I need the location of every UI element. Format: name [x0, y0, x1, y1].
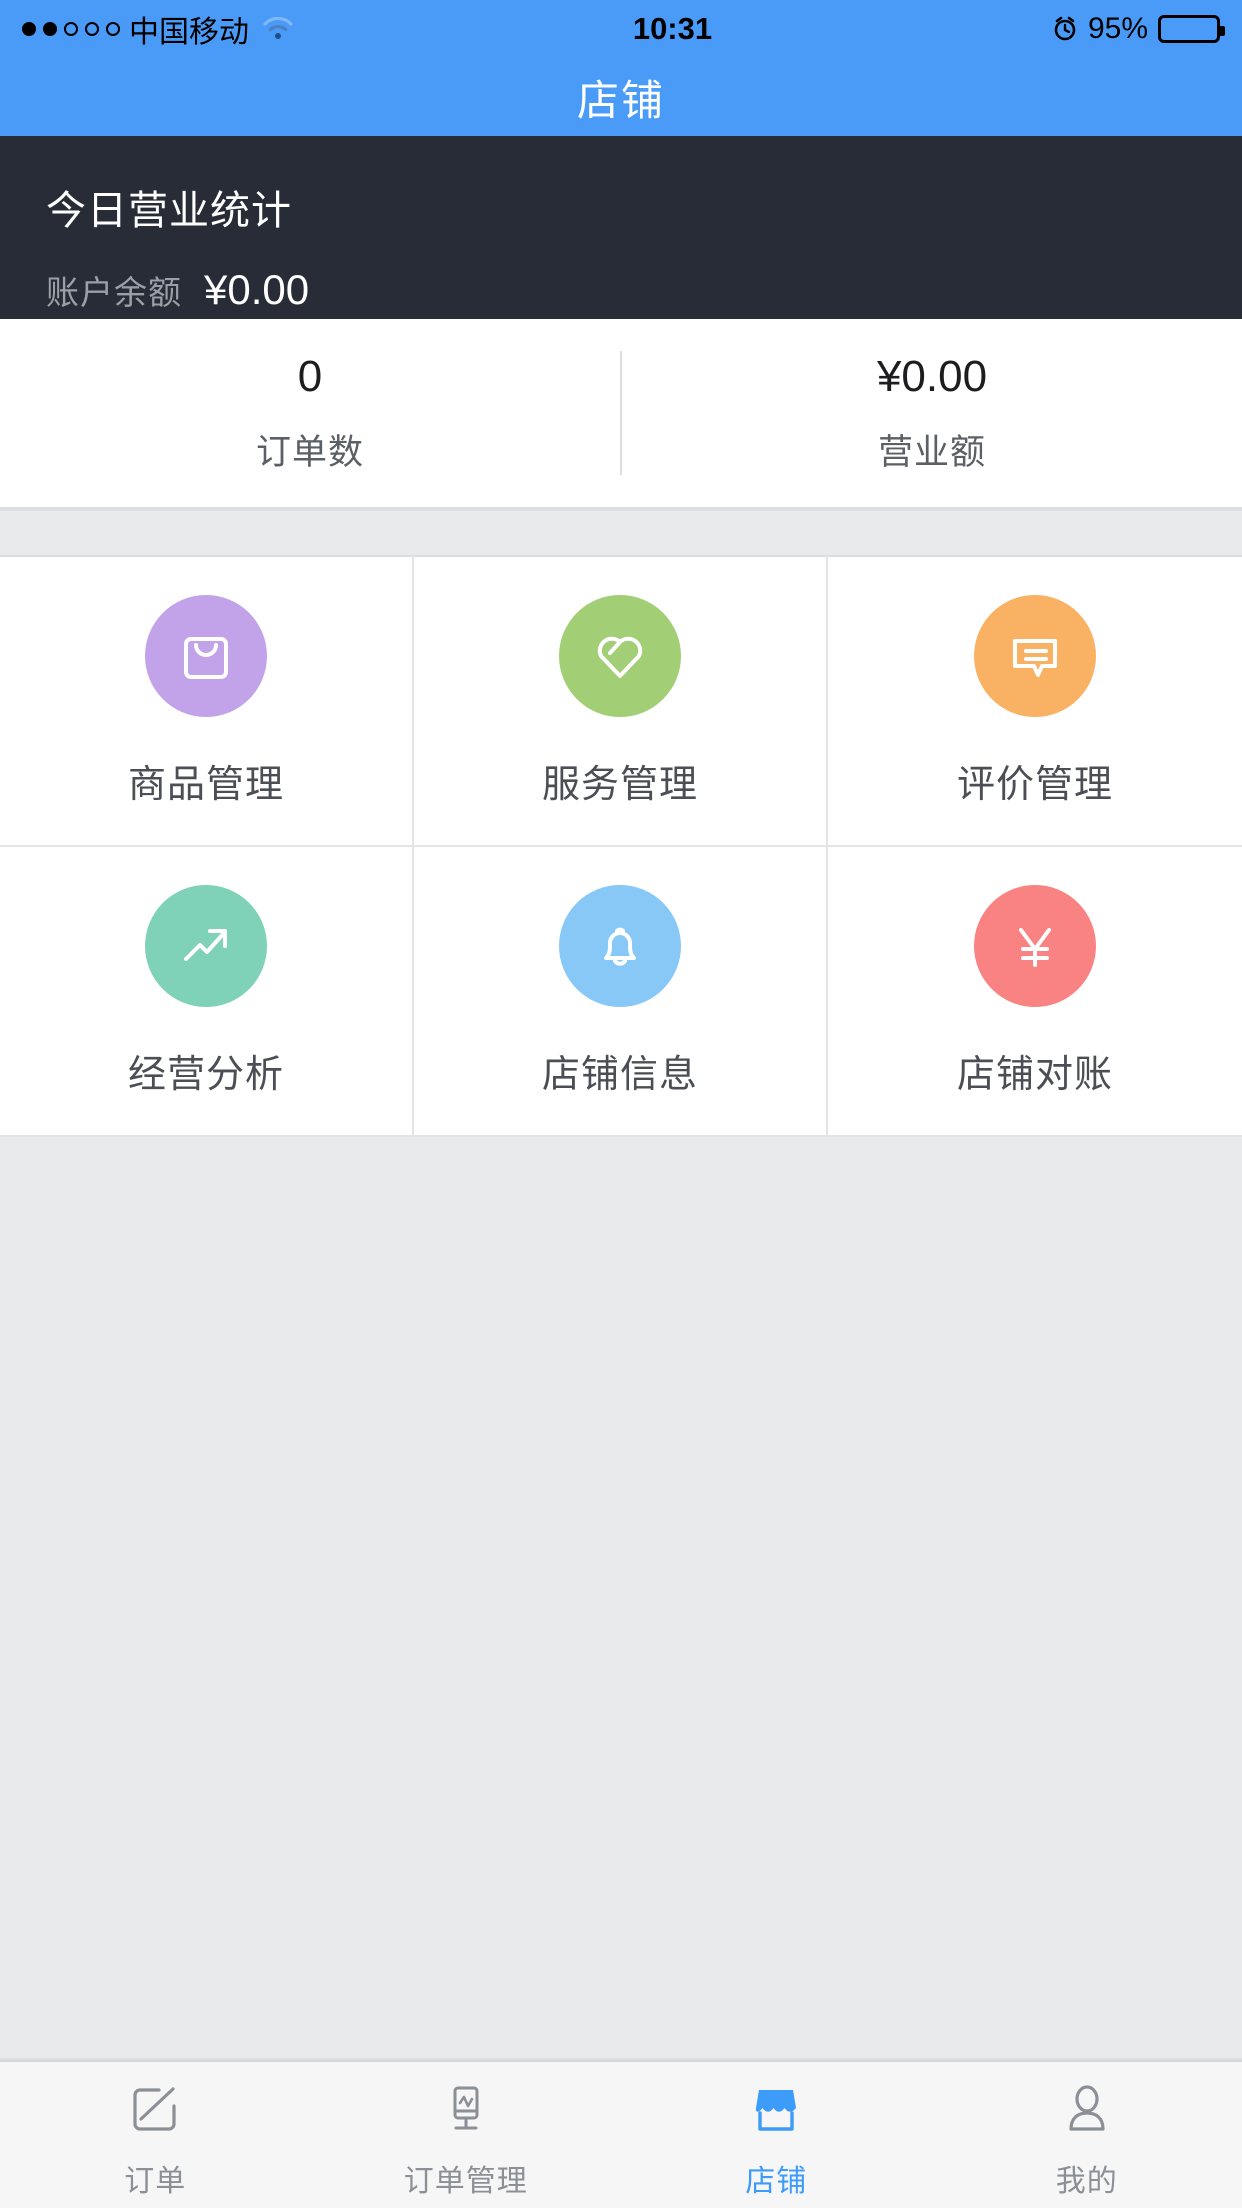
feature-grid: 商品管理 服务管理 评价管理 经营分析 店铺信息 店铺对账 [0, 557, 1242, 1137]
stat-label: 订单数 [255, 432, 364, 472]
tab-orders[interactable]: 订单 [0, 2062, 311, 2208]
grid-item-label: 店铺信息 [541, 1053, 698, 1096]
page-title: 店铺 [576, 76, 665, 124]
heart-icon [558, 594, 681, 717]
grid-item-store-reconciliation[interactable]: 店铺对账 [827, 847, 1242, 1137]
person-icon [1058, 2078, 1116, 2140]
compose-edit-icon [126, 2078, 184, 2140]
battery-percent-label: 95% [1087, 12, 1148, 45]
bell-icon [558, 884, 681, 1007]
stat-revenue[interactable]: ¥0.00 营业额 [622, 352, 1242, 475]
account-balance-label: 账户余额 [46, 274, 182, 311]
grid-item-service-management[interactable]: 服务管理 [413, 557, 828, 847]
wifi-icon [263, 16, 293, 41]
grid-item-label: 评价管理 [956, 763, 1113, 806]
tab-order-management[interactable]: 订单管理 [311, 2062, 622, 2208]
app-screen: 中国移动 10:31 95% 店铺 今日营业统计 账户余额 ¥0.00 0 订单… [0, 0, 1242, 2208]
tab-label: 订单 [124, 2165, 187, 2198]
stat-value: ¥0.00 [876, 351, 988, 401]
tab-label: 我的 [1055, 2165, 1118, 2198]
monitor-chart-icon [437, 2078, 495, 2140]
grid-item-label: 商品管理 [127, 763, 284, 806]
grid-item-review-management[interactable]: 评价管理 [827, 557, 1242, 847]
tab-bar: 订单 订单管理 店铺 我的 [0, 2060, 1242, 2208]
battery-icon [1158, 15, 1225, 43]
grid-item-business-analysis[interactable]: 经营分析 [0, 847, 414, 1137]
grid-item-store-info[interactable]: 店铺信息 [413, 847, 828, 1137]
tab-label: 订单管理 [403, 2165, 528, 2198]
status-bar-left: 中国移动 [22, 7, 293, 51]
banner-title: 今日营业统计 [46, 189, 292, 233]
storefront-icon [747, 2078, 805, 2140]
tab-store[interactable]: 店铺 [621, 2062, 932, 2208]
chat-bubble-icon [973, 594, 1096, 717]
shopping-bag-icon [144, 594, 267, 717]
grid-item-label: 经营分析 [127, 1053, 284, 1096]
alarm-clock-icon [1052, 16, 1078, 42]
status-bar-right: 95% [1052, 12, 1225, 46]
navigation-bar: 店铺 [0, 58, 1242, 136]
stat-value: 0 [297, 351, 323, 401]
status-bar: 中国移动 10:31 95% [0, 0, 1242, 58]
today-stats-row: 0 订单数 ¥0.00 营业额 [0, 319, 1242, 509]
trending-up-icon [144, 884, 267, 1007]
signal-strength-icon [22, 22, 120, 36]
yen-icon [973, 884, 1096, 1007]
grid-item-label: 服务管理 [541, 763, 698, 806]
carrier-label: 中国移动 [129, 16, 249, 49]
grid-item-label: 店铺对账 [956, 1053, 1113, 1096]
clock-label: 10:31 [632, 11, 713, 46]
account-balance-row: 账户余额 ¥0.00 [46, 266, 1196, 314]
daily-summary-banner: 今日营业统计 账户余额 ¥0.00 [0, 136, 1242, 319]
stat-order-count[interactable]: 0 订单数 [0, 352, 620, 475]
grid-item-product-management[interactable]: 商品管理 [0, 557, 414, 847]
stat-label: 营业额 [877, 432, 986, 472]
tab-label: 店铺 [745, 2165, 808, 2198]
empty-content-area [0, 1137, 1242, 2060]
status-bar-center: 10:31 [293, 11, 1052, 47]
tab-mine[interactable]: 我的 [932, 2062, 1242, 2208]
account-balance-value: ¥0.00 [204, 266, 310, 313]
section-spacer [0, 509, 1242, 557]
